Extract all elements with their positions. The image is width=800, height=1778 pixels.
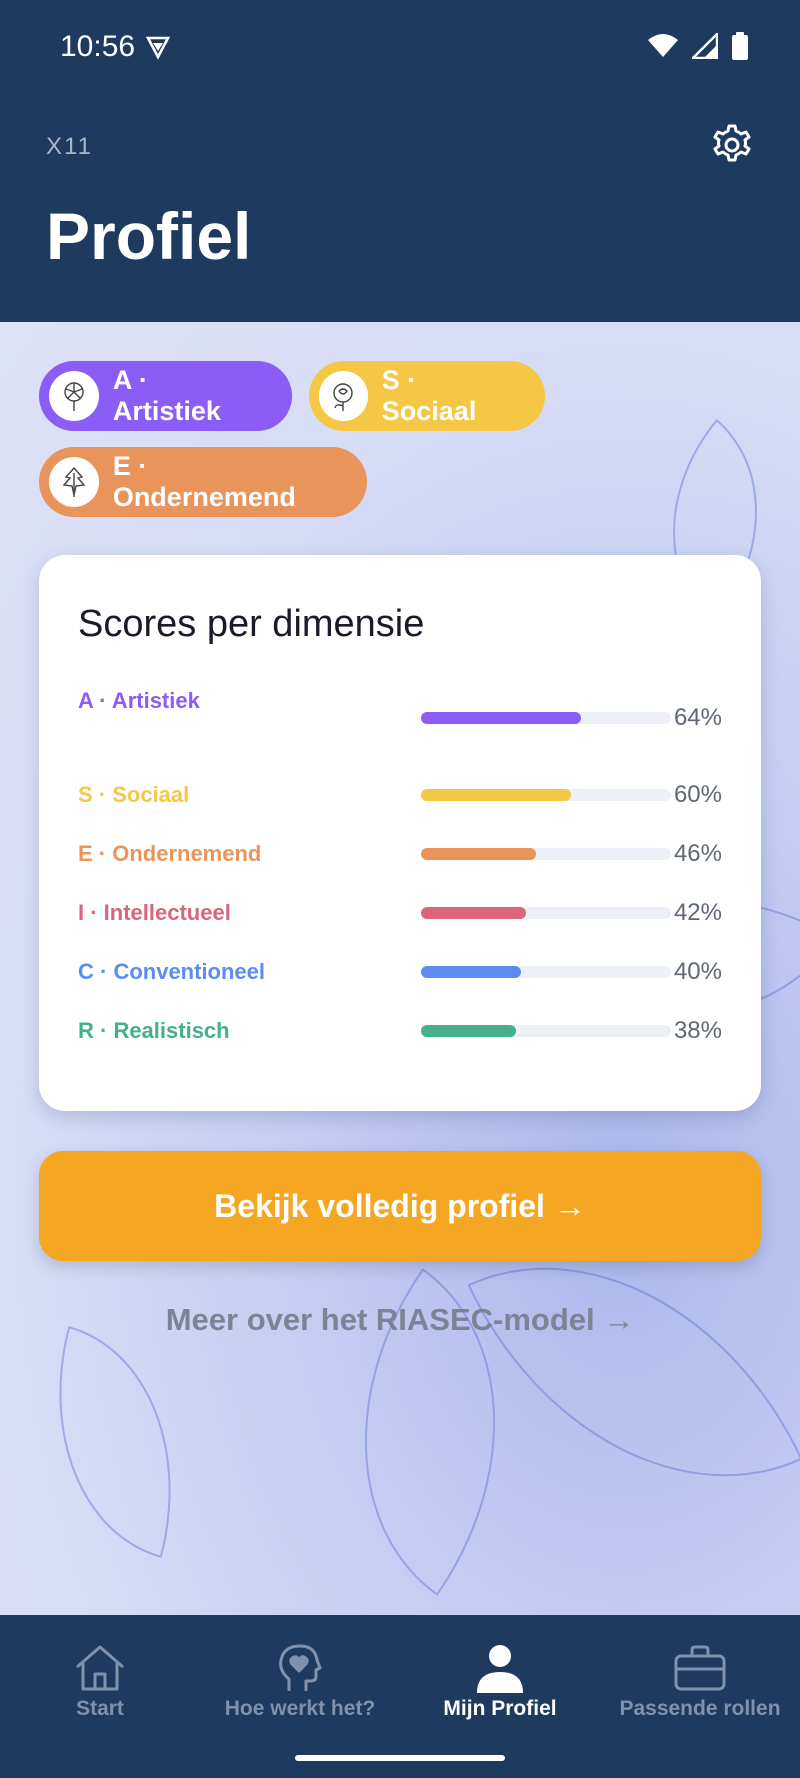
score-row-conventioneel: C · Conventioneel 40%	[78, 958, 722, 989]
person-icon	[477, 1645, 523, 1693]
nav-item-mijn-profiel[interactable]: Mijn Profiel	[400, 1643, 600, 1721]
battery-icon	[732, 32, 748, 60]
score-bar-track	[421, 966, 671, 978]
vpn-shield-icon	[145, 36, 171, 60]
type-chip-sociaal[interactable]: S · Sociaal	[309, 361, 545, 431]
status-time: 10:56	[60, 30, 171, 64]
score-percent: 38%	[673, 1017, 722, 1044]
score-bar-fill	[421, 789, 571, 801]
score-bar-track	[421, 789, 671, 801]
score-bar-fill	[421, 712, 581, 724]
user-code: X11	[46, 133, 93, 160]
score-percent: 42%	[673, 899, 722, 926]
score-bar-track	[421, 712, 671, 724]
nav-label: Start	[76, 1697, 124, 1720]
nav-item-start[interactable]: Start	[0, 1643, 200, 1721]
dandelion-icon	[49, 371, 99, 421]
status-time-text: 10:56	[60, 30, 136, 63]
score-label: S · Sociaal	[78, 782, 190, 807]
bottom-navigation: Start Hoe werkt het? Mijn Profiel Passen…	[0, 1615, 800, 1778]
type-chip-label: A · Artistiek	[112, 365, 221, 426]
score-bar-track	[421, 907, 671, 919]
gear-icon	[713, 124, 751, 162]
score-bar-fill	[421, 848, 536, 860]
scores-card: Scores per dimensie A · Artistiek 64% S …	[39, 555, 761, 1111]
score-label: E · Ondernemend	[78, 841, 262, 866]
score-bar-track	[421, 1025, 671, 1037]
score-row-intellectueel: I · Intellectueel 42%	[78, 899, 722, 930]
app-header: 10:56 X11 Profiel	[0, 0, 800, 322]
scores-card-title: Scores per dimensie	[78, 603, 425, 645]
rose-icon	[319, 371, 368, 421]
nav-label: Passende rollen	[619, 1697, 781, 1720]
riasec-info-link[interactable]: Meer over het RIASEC-model →	[0, 1302, 800, 1338]
score-row-sociaal: S · Sociaal 60%	[78, 781, 722, 812]
score-row-ondernemend: E · Ondernemend 46%	[78, 840, 722, 871]
type-chip-artistiek[interactable]: A · Artistiek	[39, 361, 292, 431]
score-percent: 46%	[673, 840, 722, 867]
type-chip-ondernemend[interactable]: E · Ondernemend	[39, 447, 367, 517]
score-bar-track	[421, 848, 671, 860]
score-bar-fill	[421, 1025, 516, 1037]
score-percent: 60%	[673, 781, 722, 808]
nav-label: Hoe werkt het?	[224, 1697, 376, 1720]
settings-button[interactable]	[710, 123, 754, 167]
score-percent: 64%	[673, 704, 722, 731]
leaf-icon	[49, 457, 99, 507]
nav-label: Mijn Profiel	[443, 1697, 557, 1720]
briefcase-icon	[674, 1645, 726, 1691]
score-bar-fill	[421, 907, 526, 919]
home-indicator[interactable]	[295, 1755, 505, 1761]
profile-content: A · Artistiek S · Sociaal E · Ondernemen…	[0, 322, 800, 1615]
score-label: A · Artistiek	[78, 688, 200, 713]
wifi-icon	[648, 34, 678, 57]
signal-icon	[692, 33, 718, 59]
nav-item-passende-rollen[interactable]: Passende rollen	[600, 1643, 800, 1721]
nav-item-hoe-werkt-het[interactable]: Hoe werkt het?	[200, 1643, 400, 1721]
head-heart-icon	[279, 1644, 322, 1691]
home-icon	[76, 1645, 124, 1691]
score-label: R · Realistisch	[78, 1018, 230, 1043]
page-title: Profiel	[46, 199, 252, 273]
score-percent: 40%	[673, 958, 722, 985]
score-label: C · Conventioneel	[78, 959, 266, 984]
view-full-profile-button[interactable]: Bekijk volledig profiel →	[39, 1151, 761, 1261]
type-chip-label: S · Sociaal	[381, 365, 477, 426]
score-row-artistiek: A · Artistiek 64%	[78, 688, 722, 740]
type-chip-label: E · Ondernemend	[112, 451, 296, 512]
score-row-realistisch: R · Realistisch 38%	[78, 1017, 722, 1048]
status-icons	[648, 32, 748, 60]
score-bar-fill	[421, 966, 521, 978]
score-label: I · Intellectueel	[78, 900, 231, 925]
